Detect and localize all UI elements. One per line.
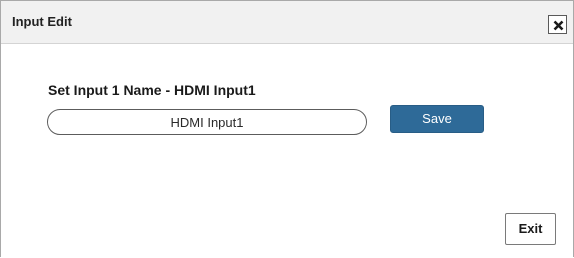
exit-button[interactable]: Exit <box>505 213 556 245</box>
save-button[interactable]: Save <box>390 105 484 133</box>
dialog-titlebar: Input Edit <box>1 1 573 44</box>
close-x-icon <box>553 20 564 31</box>
input-name-label: Set Input 1 Name - HDMI Input1 <box>48 82 256 98</box>
close-button[interactable] <box>548 15 567 34</box>
dialog-title: Input Edit <box>12 14 72 29</box>
input-edit-dialog: Input Edit Set Input 1 Name - HDMI Input… <box>0 0 574 257</box>
input-name-field[interactable] <box>47 109 367 135</box>
